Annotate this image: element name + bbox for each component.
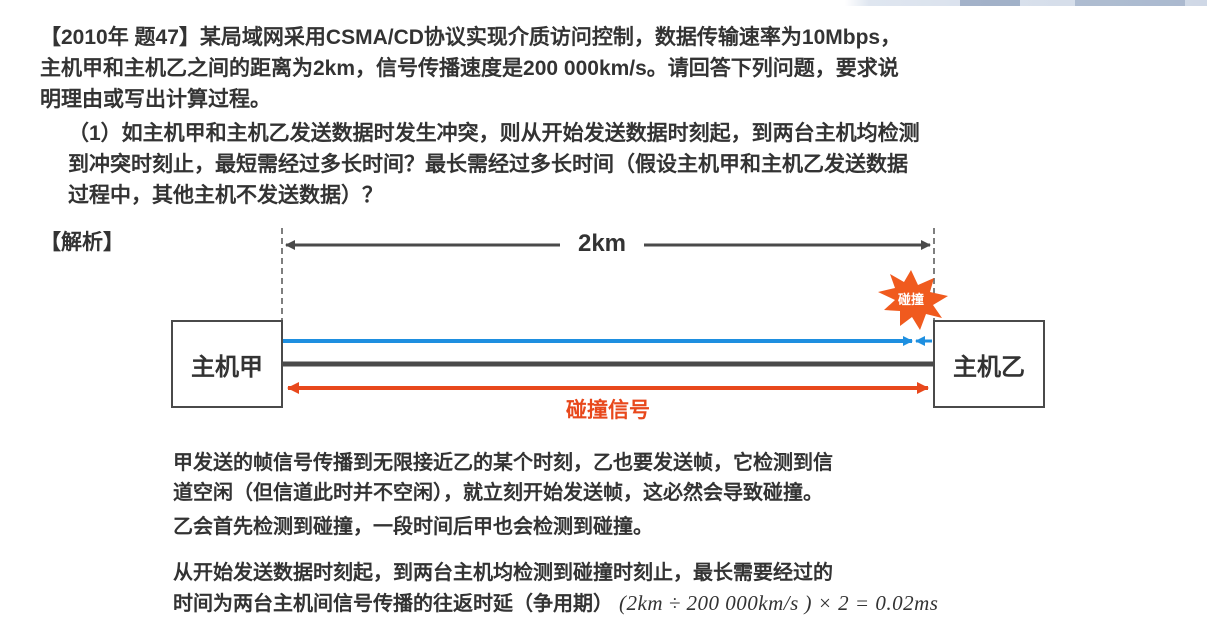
host-a-box: 主机甲 (171, 320, 283, 408)
rtt-formula: (2km ÷ 200 000km/s ) × 2 = 0.02ms (619, 591, 939, 615)
explanation-line-with-formula: 时间为两台主机间信号传播的往返时延（争用期） (2km ÷ 200 000km/s… (173, 588, 1173, 619)
explanation-paragraph-1: 甲发送的帧信号传播到无限接近乙的某个时刻，乙也要发送帧，它检测到信 道空闲（但信… (173, 448, 1173, 508)
explanation-line: 从开始发送数据时刻起，到两台主机均检测到碰撞时刻止，最长需要经过的 (173, 562, 833, 584)
host-b-box: 主机乙 (933, 320, 1045, 408)
explanation-line: 乙会首先检测到碰撞，一段时间后甲也会检测到碰撞。 (173, 516, 653, 538)
explanation-line: 道空闲（但信道此时并不空闲），就立刻开始发送帧，这必然会导致碰撞。 (173, 482, 823, 504)
explanation-paragraph-2: 乙会首先检测到碰撞，一段时间后甲也会检测到碰撞。 (173, 512, 1173, 542)
collision-burst-label: 碰撞 (897, 292, 924, 307)
host-a-label: 主机甲 (191, 353, 263, 381)
distance-label: 2km (560, 230, 644, 258)
explanation-line: 甲发送的帧信号传播到无限接近乙的某个时刻，乙也要发送帧，它检测到信 (173, 452, 833, 474)
collision-signal-label: 碰撞信号 (566, 399, 650, 422)
host-b-label: 主机乙 (953, 353, 1025, 381)
explanation-paragraph-3: 从开始发送数据时刻起，到两台主机均检测到碰撞时刻止，最长需要经过的 时间为两台主… (173, 558, 1173, 619)
explanation-text: 时间为两台主机间信号传播的往返时延（争用期） (173, 593, 613, 615)
